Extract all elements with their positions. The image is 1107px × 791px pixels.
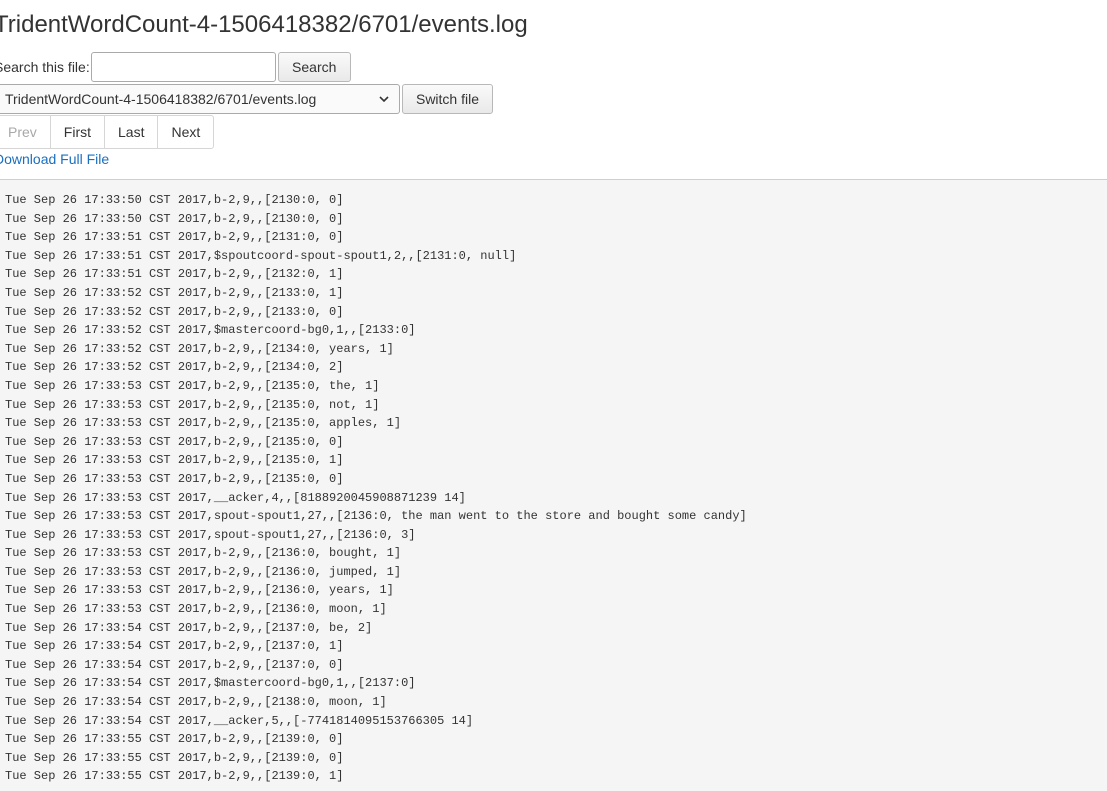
log-line: Tue Sep 26 17:33:53 CST 2017,b-2,9,,[213… <box>5 434 344 449</box>
search-button[interactable]: Search <box>277 52 351 82</box>
log-line: Tue Sep 26 17:33:54 CST 2017,__acker,5,,… <box>5 713 474 728</box>
file-select[interactable]: TridentWordCount-4-1506418382/6701/event… <box>0 84 400 114</box>
switch-file-button[interactable]: Switch file <box>402 84 493 114</box>
log-line: Tue Sep 26 17:33:52 CST 2017,b-2,9,,[213… <box>5 341 394 356</box>
pagination: Prev First Last Next <box>0 115 215 149</box>
log-line: Tue Sep 26 17:33:54 CST 2017,b-2,9,,[213… <box>5 657 344 672</box>
search-form: Search this file: Search <box>0 52 351 82</box>
log-line: Tue Sep 26 17:33:53 CST 2017,b-2,9,,[213… <box>5 602 387 617</box>
file-select-value: TridentWordCount-4-1506418382/6701/event… <box>5 91 317 107</box>
log-line: Tue Sep 26 17:33:54 CST 2017,b-2,9,,[213… <box>5 620 373 635</box>
log-line: Tue Sep 26 17:33:53 CST 2017,spout-spout… <box>5 509 747 524</box>
next-button[interactable]: Next <box>157 115 215 149</box>
log-line: Tue Sep 26 17:33:53 CST 2017,b-2,9,,[213… <box>5 471 344 486</box>
log-line: Tue Sep 26 17:33:50 CST 2017,b-2,9,,[213… <box>5 193 344 207</box>
search-label: Search this file: <box>0 59 90 75</box>
log-line: Tue Sep 26 17:33:54 CST 2017,b-2,9,,[213… <box>5 639 344 654</box>
log-line: Tue Sep 26 17:33:52 CST 2017,b-2,9,,[213… <box>5 360 344 375</box>
log-line: Tue Sep 26 17:33:55 CST 2017,b-2,9,,[213… <box>5 732 344 747</box>
log-line: Tue Sep 26 17:33:53 CST 2017,b-2,9,,[213… <box>5 564 402 579</box>
log-line: Tue Sep 26 17:33:53 CST 2017,__acker,4,,… <box>5 490 466 505</box>
log-line: Tue Sep 26 17:33:52 CST 2017,b-2,9,,[213… <box>5 285 344 300</box>
log-line: Tue Sep 26 17:33:53 CST 2017,spout-spout… <box>5 527 416 542</box>
last-button[interactable]: Last <box>104 115 159 149</box>
log-line: Tue Sep 26 17:33:53 CST 2017,b-2,9,,[213… <box>5 378 380 393</box>
log-line: Tue Sep 26 17:33:53 CST 2017,b-2,9,,[213… <box>5 416 402 431</box>
page-title: TridentWordCount-4-1506418382/6701/event… <box>0 11 528 38</box>
log-line: Tue Sep 26 17:33:55 CST 2017,b-2,9,,[213… <box>5 769 344 784</box>
search-input[interactable] <box>90 52 276 82</box>
log-line: Tue Sep 26 17:33:51 CST 2017,b-2,9,,[213… <box>5 230 344 245</box>
log-line: Tue Sep 26 17:33:52 CST 2017,$mastercoor… <box>5 323 416 338</box>
log-line: Tue Sep 26 17:33:50 CST 2017,b-2,9,,[213… <box>5 211 344 226</box>
log-line: Tue Sep 26 17:33:54 CST 2017,$mastercoor… <box>5 676 416 691</box>
log-line: Tue Sep 26 17:33:52 CST 2017,b-2,9,,[213… <box>5 304 344 319</box>
log-line: Tue Sep 26 17:33:54 CST 2017,b-2,9,,[213… <box>5 695 387 710</box>
log-line: Tue Sep 26 17:33:51 CST 2017,$spoutcoord… <box>5 248 517 263</box>
log-line: Tue Sep 26 17:33:53 CST 2017,b-2,9,,[213… <box>5 453 344 468</box>
log-content: Tue Sep 26 17:33:50 CST 2017,b-2,9,,[213… <box>0 179 1107 791</box>
log-line: Tue Sep 26 17:33:53 CST 2017,b-2,9,,[213… <box>5 583 394 598</box>
chevron-down-icon <box>379 96 389 103</box>
log-line: Tue Sep 26 17:33:53 CST 2017,b-2,9,,[213… <box>5 546 402 561</box>
log-line: Tue Sep 26 17:33:51 CST 2017,b-2,9,,[213… <box>5 267 344 282</box>
download-full-file-link[interactable]: Download Full File <box>0 151 109 167</box>
first-button[interactable]: First <box>49 115 106 149</box>
prev-button[interactable]: Prev <box>0 115 51 149</box>
file-switch-form: TridentWordCount-4-1506418382/6701/event… <box>0 84 493 114</box>
log-line: Tue Sep 26 17:33:53 CST 2017,b-2,9,,[213… <box>5 397 380 412</box>
log-line: Tue Sep 26 17:33:55 CST 2017,b-2,9,,[213… <box>5 750 344 765</box>
